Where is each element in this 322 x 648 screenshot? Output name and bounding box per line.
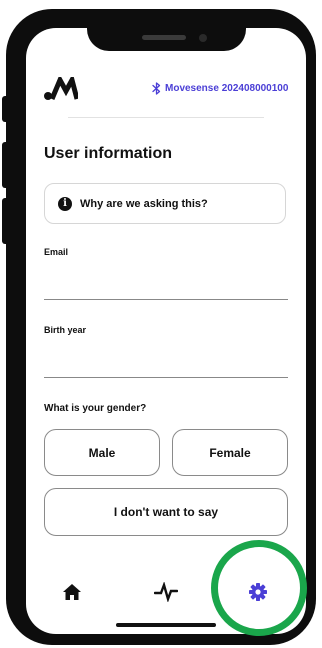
gender-male-button[interactable]: Male [44,429,160,476]
nav-activity-button[interactable] [151,578,181,606]
volume-up-button [2,142,8,188]
gender-female-button[interactable]: Female [172,429,288,476]
volume-down-button [2,198,8,244]
gender-no-answer-button[interactable]: I don't want to say [44,488,288,536]
why-asking-button[interactable]: i Why are we asking this? [44,183,286,224]
email-field[interactable] [44,273,288,300]
why-asking-label: Why are we asking this? [80,197,208,210]
home-indicator [116,623,216,627]
birth-year-field[interactable] [44,351,288,378]
settings-highlight-ring [211,540,307,636]
device-name: Movesense 202408000100 [165,82,289,94]
home-icon [63,584,81,600]
movesense-logo-icon [44,77,78,100]
mute-button [2,96,8,122]
bluetooth-icon [152,81,161,95]
activity-icon [154,582,178,602]
notch [87,9,246,51]
nav-home-button[interactable] [58,578,86,606]
email-label: Email [44,247,69,257]
page-title: User information [44,145,173,162]
speaker [142,35,186,40]
device-connection[interactable]: Movesense 202408000100 [152,80,288,96]
camera [199,34,207,42]
header-divider [68,117,264,118]
gender-question: What is your gender? [44,403,147,414]
info-icon: i [58,196,72,211]
birth-year-label: Birth year [44,325,87,335]
